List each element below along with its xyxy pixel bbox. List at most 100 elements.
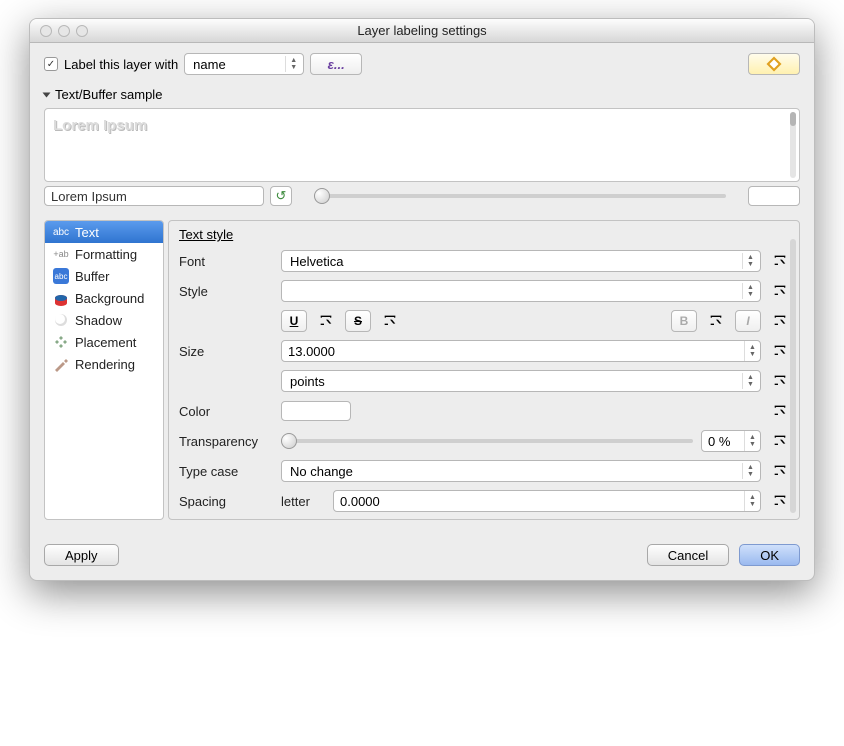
datadefined-icon bbox=[707, 313, 725, 329]
text-style-panel: Text style Font Helvetica ▲▼ Style ▲▼ bbox=[168, 220, 800, 520]
italic-toggle[interactable]: I bbox=[735, 310, 761, 332]
rendering-icon bbox=[53, 356, 69, 372]
sample-slider-value[interactable] bbox=[748, 186, 800, 206]
size-unit-select[interactable]: points ▲▼ bbox=[281, 370, 761, 392]
style-label: Style bbox=[179, 284, 273, 299]
sidebar-item-placement[interactable]: Placement bbox=[45, 331, 163, 353]
sidebar-item-label: Background bbox=[75, 291, 144, 306]
label-layer-checkbox[interactable]: ✓ bbox=[44, 57, 58, 71]
bold-toggle[interactable]: B bbox=[671, 310, 697, 332]
sidebar-item-text[interactable]: abc Text bbox=[45, 221, 163, 243]
strikeout-datadefined-button[interactable] bbox=[379, 310, 401, 332]
sample-disclosure[interactable]: Text/Buffer sample bbox=[44, 87, 800, 102]
spacing-label: Spacing bbox=[179, 494, 273, 509]
letter-datadefined-button[interactable] bbox=[769, 490, 791, 512]
underline-datadefined-button[interactable] bbox=[315, 310, 337, 332]
zoom-icon[interactable] bbox=[76, 25, 88, 37]
spin-arrows-icon[interactable]: ▲▼ bbox=[744, 341, 760, 361]
chevron-updown-icon: ▲▼ bbox=[742, 283, 758, 299]
size-unit-value: points bbox=[290, 374, 325, 389]
spin-arrows-icon[interactable]: ▲▼ bbox=[744, 491, 760, 511]
triangle-down-icon bbox=[43, 92, 51, 97]
datadefined-icon bbox=[771, 373, 789, 389]
italic-datadefined-button[interactable] bbox=[769, 310, 791, 332]
datadefined-icon bbox=[317, 313, 335, 329]
color-swatch[interactable] bbox=[281, 401, 351, 421]
sidebar-item-rendering[interactable]: Rendering bbox=[45, 353, 163, 375]
italic-label: I bbox=[746, 314, 749, 328]
datadefined-icon bbox=[381, 313, 399, 329]
ok-label: OK bbox=[760, 548, 779, 563]
size-spinbox[interactable]: 13.0000 ▲▼ bbox=[281, 340, 761, 362]
sample-text-input[interactable]: Lorem Ipsum bbox=[44, 186, 264, 206]
label-field-value: name bbox=[193, 57, 226, 72]
window-title: Layer labeling settings bbox=[30, 23, 814, 38]
typecase-select[interactable]: No change ▲▼ bbox=[281, 460, 761, 482]
expression-button[interactable]: ε... bbox=[310, 53, 362, 75]
letter-spacing-spinbox[interactable]: 0.0000 ▲▼ bbox=[333, 490, 761, 512]
slider-knob-icon[interactable] bbox=[314, 188, 330, 204]
text-icon: abc bbox=[53, 224, 69, 240]
size-value: 13.0000 bbox=[282, 341, 744, 361]
sample-text-value: Lorem Ipsum bbox=[51, 189, 127, 204]
ok-button[interactable]: OK bbox=[739, 544, 800, 566]
font-value: Helvetica bbox=[290, 254, 343, 269]
transparency-value: 0 % bbox=[702, 431, 744, 451]
datadefined-icon bbox=[771, 433, 789, 449]
transparency-datadefined-button[interactable] bbox=[769, 430, 791, 452]
size-datadefined-button[interactable] bbox=[769, 340, 791, 362]
placement-icon bbox=[53, 334, 69, 350]
epsilon-icon: ε... bbox=[328, 57, 345, 72]
spin-arrows-icon[interactable]: ▲▼ bbox=[744, 431, 760, 451]
preview-scroll-thumb[interactable] bbox=[790, 112, 796, 126]
underline-label: U bbox=[290, 314, 299, 328]
font-select[interactable]: Helvetica ▲▼ bbox=[281, 250, 761, 272]
background-icon bbox=[53, 290, 69, 306]
font-label: Font bbox=[179, 254, 273, 269]
chevron-updown-icon: ▲▼ bbox=[742, 253, 758, 269]
color-datadefined-button[interactable] bbox=[769, 400, 791, 422]
typecase-label: Type case bbox=[179, 464, 273, 479]
sidebar-item-background[interactable]: Background bbox=[45, 287, 163, 309]
cancel-button[interactable]: Cancel bbox=[647, 544, 729, 566]
automated-settings-button[interactable] bbox=[748, 53, 800, 75]
minimize-icon[interactable] bbox=[58, 25, 70, 37]
chevron-updown-icon: ▲▼ bbox=[742, 463, 758, 479]
label-field-select[interactable]: name ▲▼ bbox=[184, 53, 304, 75]
reset-sample-button[interactable]: ↺ bbox=[270, 186, 292, 206]
bold-label: B bbox=[680, 314, 689, 328]
shadow-icon bbox=[53, 312, 69, 328]
datadefined-icon bbox=[771, 463, 789, 479]
sample-header: Text/Buffer sample bbox=[55, 87, 162, 102]
cancel-label: Cancel bbox=[668, 548, 708, 563]
transparency-slider[interactable] bbox=[281, 439, 693, 443]
sidebar-item-label: Formatting bbox=[75, 247, 137, 262]
apply-label: Apply bbox=[65, 548, 98, 563]
datadefined-icon bbox=[771, 283, 789, 299]
style-select[interactable]: ▲▼ bbox=[281, 280, 761, 302]
datadefined-icon bbox=[771, 493, 789, 509]
strikeout-toggle[interactable]: S bbox=[345, 310, 371, 332]
dialog-window: Layer labeling settings ✓ Label this lay… bbox=[29, 18, 815, 581]
apply-button[interactable]: Apply bbox=[44, 544, 119, 566]
sidebar-item-formatting[interactable]: +ab Formatting bbox=[45, 243, 163, 265]
bold-datadefined-button[interactable] bbox=[705, 310, 727, 332]
datadefined-icon bbox=[771, 403, 789, 419]
transparency-spinbox[interactable]: 0 % ▲▼ bbox=[701, 430, 761, 452]
font-datadefined-button[interactable] bbox=[769, 250, 791, 272]
typecase-datadefined-button[interactable] bbox=[769, 460, 791, 482]
sidebar-item-shadow[interactable]: Shadow bbox=[45, 309, 163, 331]
sidebar-item-label: Rendering bbox=[75, 357, 135, 372]
preview-text: Lorem Ipsum bbox=[53, 117, 791, 134]
chevron-updown-icon: ▲▼ bbox=[742, 373, 758, 389]
close-icon[interactable] bbox=[40, 25, 52, 37]
sample-slider[interactable] bbox=[314, 194, 726, 198]
style-datadefined-button[interactable] bbox=[769, 280, 791, 302]
size-label: Size bbox=[179, 344, 273, 359]
sidebar-item-label: Text bbox=[75, 225, 99, 240]
underline-toggle[interactable]: U bbox=[281, 310, 307, 332]
sidebar-item-buffer[interactable]: abc Buffer bbox=[45, 265, 163, 287]
slider-knob-icon[interactable] bbox=[281, 433, 297, 449]
transparency-label: Transparency bbox=[179, 434, 273, 449]
size-unit-datadefined-button[interactable] bbox=[769, 370, 791, 392]
